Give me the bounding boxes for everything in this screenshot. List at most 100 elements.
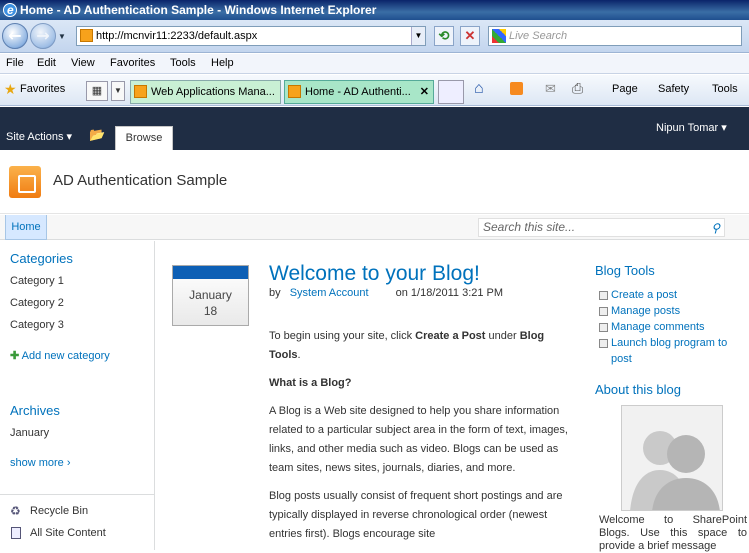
blog-avatar: [621, 405, 723, 511]
site-content-icon: [11, 527, 21, 539]
recycle-bin-icon: ♻: [10, 504, 21, 518]
menu-edit[interactable]: Edit: [37, 57, 56, 69]
menu-view[interactable]: View: [71, 57, 95, 69]
back-arrow-icon: ←: [8, 26, 22, 45]
rss-feeds-icon[interactable]: [510, 82, 523, 95]
site-logo-icon[interactable]: [9, 166, 41, 198]
tab-browse[interactable]: Browse: [115, 126, 173, 150]
safety-menu[interactable]: Safety: [658, 83, 689, 95]
read-mail-icon[interactable]: ✉: [545, 81, 556, 97]
window-title: Home - AD Authentication Sample - Window…: [20, 3, 377, 17]
category-link[interactable]: Category 2: [10, 297, 64, 309]
all-site-content-link[interactable]: All Site Content: [10, 527, 106, 539]
favorites-button[interactable]: Favorites: [4, 81, 65, 98]
recycle-bin-label: Recycle Bin: [30, 505, 89, 517]
post-day: 18: [203, 304, 218, 318]
menu-file[interactable]: File: [6, 57, 24, 69]
post-subheading: What is a Blog?: [269, 374, 569, 393]
top-navigation: Home Search this site... ⚲: [0, 215, 749, 240]
categories-heading[interactable]: Categories: [10, 251, 73, 266]
tab-web-applications[interactable]: Web Applications Mana...: [130, 80, 281, 104]
calendar-band: [173, 266, 248, 279]
archive-link[interactable]: January: [10, 427, 49, 439]
site-header: AD Authentication Sample: [0, 150, 749, 214]
live-search-icon: [492, 29, 506, 43]
page-favicon-icon: [80, 29, 93, 42]
plus-icon: ✚: [10, 350, 20, 362]
category-link[interactable]: Category 1: [10, 275, 64, 287]
site-actions-label: Site Actions: [6, 131, 64, 143]
user-menu[interactable]: Nipun Tomar ▾: [656, 121, 727, 134]
person-silhouette-icon: [622, 406, 722, 510]
home-icon[interactable]: ⌂: [474, 80, 484, 98]
address-toolbar: ← → ▼ http://mcnvir11:2233/default.aspx …: [0, 20, 749, 53]
tab-favicon-icon: [288, 85, 301, 98]
blog-tools-heading: Blog Tools: [595, 263, 655, 278]
quick-tabs-icon[interactable]: ▦: [86, 81, 108, 101]
quick-launch: Categories Category 1 Category 2 Categor…: [0, 241, 155, 550]
post-paragraph: A Blog is a Web site designed to help yo…: [269, 405, 568, 474]
text: under: [485, 330, 520, 342]
refresh-button[interactable]: ⟲: [434, 26, 454, 46]
text: To begin using your site, click: [269, 330, 416, 342]
favorites-bar: Favorites ▦ ▼ Web Applications Mana... H…: [0, 75, 749, 106]
about-blog-heading: About this blog: [595, 382, 682, 397]
tools-menu[interactable]: Tools: [712, 83, 738, 95]
create-post-link[interactable]: Create a post: [599, 287, 677, 303]
back-button[interactable]: ←: [2, 23, 28, 49]
archives-heading[interactable]: Archives: [10, 403, 60, 418]
menu-favorites[interactable]: Favorites: [110, 57, 155, 69]
navigate-up-icon[interactable]: 📂: [89, 127, 105, 143]
tab-list-dropdown[interactable]: ▼: [111, 81, 125, 101]
site-title[interactable]: AD Authentication Sample: [53, 172, 227, 189]
text-bold: Create a Post: [415, 330, 486, 342]
manage-posts-link[interactable]: Manage posts: [599, 303, 680, 319]
text: .: [297, 349, 301, 361]
site-actions-menu[interactable]: Site Actions ▾: [6, 130, 72, 143]
forward-arrow-icon: →: [36, 26, 50, 45]
add-category-label: Add new category: [21, 350, 110, 362]
post-paragraph: Blog posts usually consist of frequent s…: [269, 490, 563, 540]
user-name: Nipun Tomar: [656, 122, 719, 134]
live-search-input[interactable]: Live Search: [488, 26, 742, 46]
sharepoint-ribbon: Site Actions ▾ 📂 Browse Nipun Tomar ▾: [0, 107, 749, 150]
site-search-placeholder: Search this site...: [483, 220, 576, 234]
all-site-content-label: All Site Content: [30, 527, 106, 539]
category-link[interactable]: Category 3: [10, 319, 64, 331]
recent-pages-dropdown[interactable]: ▼: [58, 32, 66, 41]
menu-help[interactable]: Help: [211, 57, 234, 69]
new-tab-button[interactable]: [438, 80, 464, 104]
recycle-bin-link[interactable]: ♻ Recycle Bin: [10, 504, 89, 518]
post-body: To begin using your site, click Create a…: [269, 327, 569, 553]
print-icon[interactable]: ⎙: [572, 80, 583, 97]
menu-bar: File Edit View Favorites Tools Help: [0, 54, 749, 74]
tab-label: Home - AD Authenti...: [305, 86, 411, 98]
search-icon[interactable]: ⚲: [711, 220, 720, 237]
site-search-input[interactable]: Search this site... ⚲: [478, 218, 725, 237]
post-paragraph: To begin using your site, click Create a…: [269, 327, 569, 365]
post-byline: by System Account on 1/18/2011 3:21 PM: [269, 287, 503, 299]
live-search-placeholder: Live Search: [509, 30, 568, 42]
page-menu[interactable]: Page: [612, 83, 638, 95]
stop-button[interactable]: ✕: [460, 26, 480, 46]
url-dropdown-icon[interactable]: ▼: [411, 27, 425, 45]
show-more-link[interactable]: show more ›: [10, 457, 71, 469]
about-blog-text: Welcome to SharePoint Blogs. Use this sp…: [599, 514, 747, 552]
launch-blog-program-link[interactable]: Launch blog program to post: [599, 335, 739, 367]
post-month: January: [189, 288, 232, 302]
url-text: http://mcnvir11:2233/default.aspx: [96, 30, 258, 42]
forward-button[interactable]: →: [30, 23, 56, 49]
window-titlebar: Home - AD Authentication Sample - Window…: [0, 0, 749, 20]
byline-by: by: [269, 287, 281, 299]
nav-home-tab[interactable]: Home: [5, 215, 47, 240]
menu-tools[interactable]: Tools: [170, 57, 196, 69]
add-category-link[interactable]: ✚ Add new category: [10, 349, 110, 362]
close-tab-icon[interactable]: ✕: [420, 81, 429, 103]
text-bold: What is a Blog?: [269, 377, 352, 389]
post-date: on 1/18/2011 3:21 PM: [395, 287, 504, 299]
url-input[interactable]: http://mcnvir11:2233/default.aspx ▼: [76, 26, 426, 46]
manage-comments-link[interactable]: Manage comments: [599, 319, 705, 335]
tab-home-ad-authentication[interactable]: Home - AD Authenti... ✕: [284, 80, 434, 104]
post-title[interactable]: Welcome to your Blog!: [269, 262, 480, 286]
post-author-link[interactable]: System Account: [290, 287, 369, 299]
